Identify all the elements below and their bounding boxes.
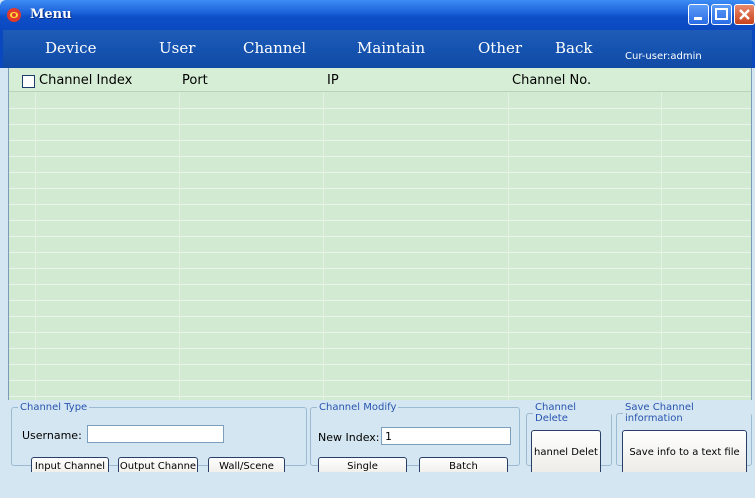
minimize-icon xyxy=(694,17,702,20)
username-input[interactable] xyxy=(87,425,224,443)
channel-table[interactable]: Channel Index Port IP Channel No. xyxy=(8,68,752,400)
grid-row-line xyxy=(9,140,751,141)
grid-column-line xyxy=(35,92,36,400)
menu-maintain[interactable]: Maintain xyxy=(357,39,425,57)
maximize-button[interactable] xyxy=(711,4,732,25)
title-bar: Menu xyxy=(0,0,755,30)
menu-channel[interactable]: Channel xyxy=(243,39,306,57)
window-title: Menu xyxy=(30,7,72,22)
menu-back[interactable]: Back xyxy=(555,39,592,57)
save-info-button[interactable]: Save info to a text file xyxy=(622,430,747,475)
menu-bar: Device User Channel Maintain Other Back … xyxy=(0,30,755,68)
menu-device[interactable]: Device xyxy=(45,39,96,57)
grid-row-line xyxy=(9,300,751,301)
bottom-strip xyxy=(8,472,752,498)
new-index-input[interactable] xyxy=(381,427,511,445)
grid-row-line xyxy=(9,396,751,397)
col-channel-index[interactable]: Channel Index xyxy=(39,73,132,88)
channel-delete-legend: Channel Delete xyxy=(535,402,577,424)
channel-type-legend: Channel Type xyxy=(20,402,88,413)
grid-row-line xyxy=(9,332,751,333)
grid-row-line xyxy=(9,364,751,365)
new-index-label: New Index: xyxy=(318,431,380,444)
grid-column-line xyxy=(508,92,509,400)
app-logo-icon xyxy=(7,8,21,22)
username-label: Username: xyxy=(22,429,82,442)
grid-column-line xyxy=(661,92,662,400)
menu-other[interactable]: Other xyxy=(478,39,522,57)
grid-row-line xyxy=(9,252,751,253)
save-info-legend: Save Channel information xyxy=(625,402,694,424)
col-ip[interactable]: IP xyxy=(327,73,339,88)
minimize-button[interactable] xyxy=(688,4,709,25)
close-icon xyxy=(739,9,750,20)
maximize-icon xyxy=(715,8,728,20)
menu-user[interactable]: User xyxy=(159,39,195,57)
col-channel-no[interactable]: Channel No. xyxy=(512,73,591,88)
grid-row-line xyxy=(9,188,751,189)
grid-row-line xyxy=(9,204,751,205)
grid-row-line xyxy=(9,316,751,317)
grid-row-line xyxy=(9,220,751,221)
channel-delete-button[interactable]: hannel Delet xyxy=(531,430,601,476)
grid-row-line xyxy=(9,156,751,157)
grid-row-line xyxy=(9,236,751,237)
grid-row-line xyxy=(9,172,751,173)
grid-row-line xyxy=(9,380,751,381)
current-user-label: Cur-user:admin xyxy=(625,51,702,62)
table-header: Channel Index Port IP Channel No. xyxy=(9,68,751,92)
col-port[interactable]: Port xyxy=(182,73,208,88)
close-button[interactable] xyxy=(734,4,755,25)
grid-row-line xyxy=(9,284,751,285)
grid-row-line xyxy=(9,124,751,125)
grid-row-line xyxy=(9,108,751,109)
grid-row-line xyxy=(9,268,751,269)
grid-row-line xyxy=(9,348,751,349)
grid-column-line xyxy=(323,92,324,400)
select-all-checkbox[interactable] xyxy=(22,75,35,88)
channel-modify-legend: Channel Modify xyxy=(319,402,397,413)
control-panel: Channel Type Username: Input Channel Out… xyxy=(8,400,752,477)
grid-column-line xyxy=(179,92,180,400)
